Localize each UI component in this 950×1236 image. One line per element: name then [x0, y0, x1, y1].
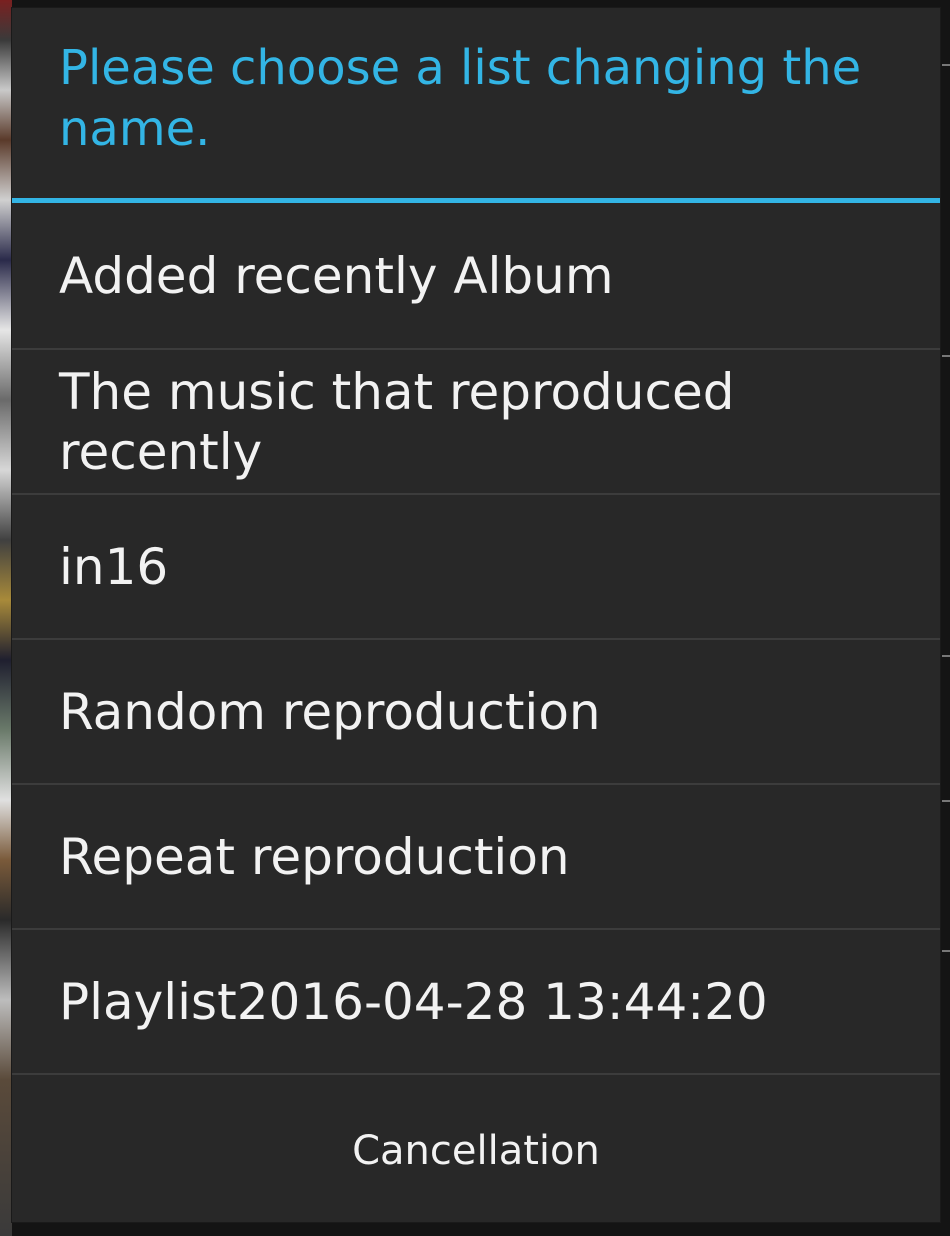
- scroll-marker: [942, 355, 950, 357]
- list-item-label: Random reproduction: [59, 682, 601, 741]
- album-thumbnail-strip: [0, 0, 12, 1236]
- list-item-label: Repeat reproduction: [59, 827, 570, 886]
- list-item-label: The music that reproduced recently: [59, 363, 735, 481]
- list-item-added-recently-album[interactable]: Added recently Album: [12, 203, 940, 350]
- list-item-random-reproduction[interactable]: Random reproduction: [12, 640, 940, 785]
- list-item-label: in16: [59, 537, 169, 596]
- dialog-header: Please choose a list changing the name.: [12, 8, 940, 198]
- scroll-marker: [942, 950, 950, 952]
- scroll-marker: [942, 800, 950, 802]
- scroll-marker: [942, 655, 950, 657]
- scroll-marker: [942, 64, 950, 66]
- list-item-label: Playlist2016-04-28 13:44:20: [59, 972, 768, 1031]
- dialog-title: Please choose a list changing the name.: [59, 40, 862, 157]
- choose-list-dialog: Please choose a list changing the name. …: [12, 8, 940, 1222]
- cancel-button[interactable]: Cancellation: [12, 1079, 940, 1222]
- list-item-playlist-2016-04-28[interactable]: Playlist2016-04-28 13:44:20: [12, 930, 940, 1075]
- list-item-repeat-reproduction[interactable]: Repeat reproduction: [12, 785, 940, 930]
- list-item-label: Added recently Album: [59, 246, 614, 305]
- list-item-recently-played[interactable]: The music that reproduced recently: [12, 350, 940, 495]
- list-item-in16[interactable]: in16: [12, 495, 940, 640]
- playlist-list: Added recently Album The music that repr…: [12, 203, 940, 1075]
